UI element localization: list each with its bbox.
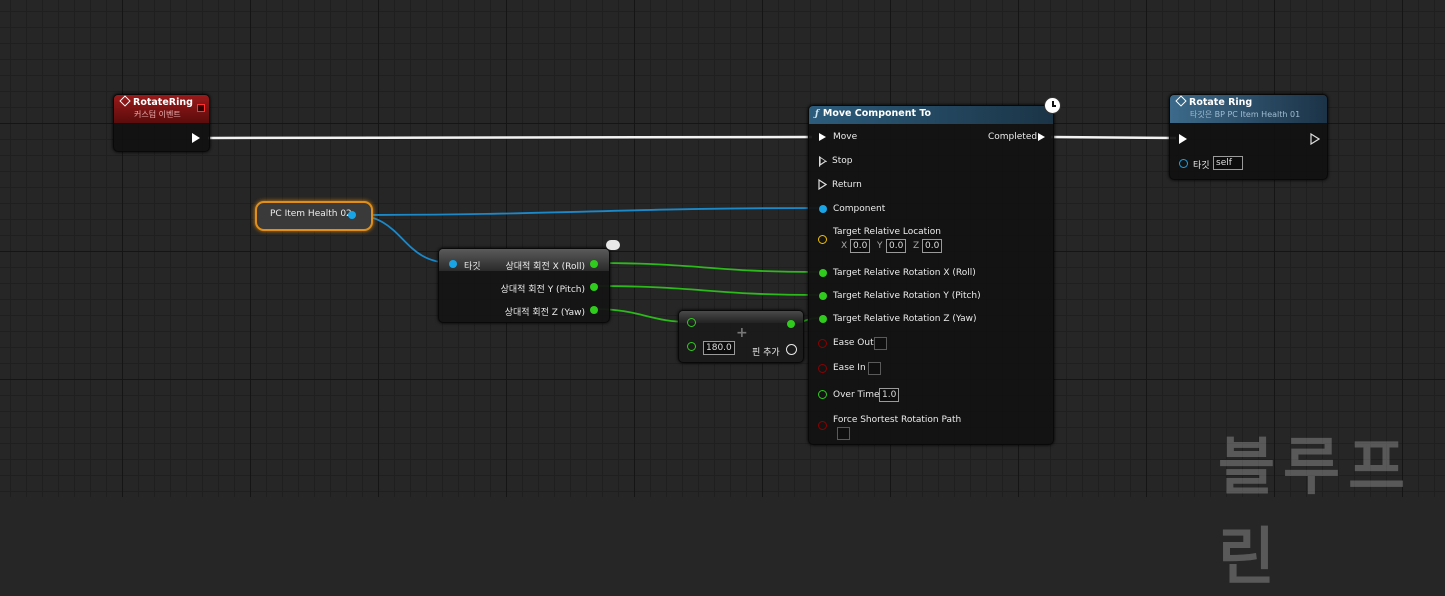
ease-in-checkbox[interactable] — [868, 362, 881, 375]
exec-out-pin[interactable] — [192, 133, 200, 143]
move-node-header: ƒ Move Component To — [809, 106, 1053, 124]
target-location-label: Target Relative Location — [833, 227, 941, 237]
exec-in-move-pin[interactable] — [819, 133, 826, 141]
call-target-label: 타깃 — [1193, 161, 1210, 171]
add-input-a-pin[interactable] — [687, 318, 696, 327]
add-pin-icon[interactable] — [786, 344, 797, 355]
over-time-label: Over Time — [833, 390, 880, 400]
exec-in-move-label: Move — [833, 132, 858, 142]
event-title: RotateRing — [133, 97, 193, 108]
exec-out-completed-label: Completed — [988, 132, 1038, 142]
component-label: Component — [833, 204, 886, 214]
ease-out-pin[interactable] — [818, 339, 827, 348]
rotation-y-label: Target Relative Rotation Y (Pitch) — [833, 291, 981, 301]
rotation-z-label: Target Relative Rotation Z (Yaw) — [833, 314, 977, 324]
move-component-to-node[interactable]: ƒ Move Component To Move Completed Stop R… — [808, 97, 1061, 445]
add-input-b-value[interactable]: 180.0 — [703, 341, 735, 355]
break-output-pitch-label: 상대적 회전 Y (Pitch) — [500, 285, 585, 295]
exec-in-return-label: Return — [832, 180, 862, 190]
location-z-label: Z — [913, 241, 920, 251]
wire-roll — [593, 262, 819, 273]
ease-out-checkbox[interactable] — [874, 337, 887, 350]
call-exec-out-pin[interactable] — [1310, 132, 1321, 148]
location-x-label: X — [841, 241, 848, 251]
location-y-label: Y — [877, 241, 883, 251]
add-plus-icon: + — [736, 325, 748, 341]
watermark: 블루프린 — [1218, 430, 1414, 593]
call-target-value[interactable]: self — [1213, 156, 1243, 170]
add-output-pin[interactable] — [787, 320, 795, 328]
event-node-header: RotateRing 커스텀 이벤트 — [114, 95, 209, 123]
ease-in-pin[interactable] — [818, 364, 827, 373]
rotation-x-label: Target Relative Rotation X (Roll) — [833, 268, 976, 278]
event-node-rotatering[interactable]: RotateRing 커스텀 이벤트 — [113, 94, 210, 152]
component-pin[interactable] — [819, 205, 827, 213]
over-time-input[interactable]: 1.0 — [879, 388, 900, 402]
break-output-pitch-pin[interactable] — [590, 283, 598, 291]
variable-output-pin[interactable] — [348, 211, 356, 219]
exec-wire-event-to-move — [207, 135, 813, 140]
exec-in-stop-label: Stop — [832, 156, 853, 166]
break-target-label: 타깃 — [464, 262, 481, 272]
force-shortest-checkbox[interactable] — [837, 427, 850, 440]
force-shortest-label: Force Shortest Rotation Path — [833, 415, 962, 425]
break-target-pin[interactable] — [449, 260, 457, 268]
call-exec-in-pin[interactable] — [1179, 134, 1187, 144]
location-x-input[interactable]: 0.0 — [850, 239, 871, 253]
call-diamond-icon — [1175, 95, 1187, 107]
call-node-subtitle: 타깃은 BP PC Item Health 01 — [1190, 110, 1301, 119]
location-z-input[interactable]: 0.0 — [922, 239, 943, 253]
call-node-title: Rotate Ring — [1189, 97, 1253, 108]
wire-var-to-component — [352, 207, 819, 216]
delegate-pin-icon[interactable] — [197, 104, 205, 112]
move-node-title: Move Component To — [822, 108, 932, 119]
add-float-node[interactable]: + 180.0 핀 추가 — [678, 310, 804, 363]
ease-in-label: Ease In — [833, 363, 866, 373]
event-subtitle: 커스텀 이벤트 — [134, 110, 181, 119]
exec-wire-move-to-call — [1050, 135, 1177, 140]
rotation-x-pin[interactable] — [819, 269, 827, 277]
ease-out-label: Ease Out — [833, 338, 874, 348]
comment-bubble-icon[interactable] — [606, 240, 620, 250]
force-shortest-pin[interactable] — [818, 421, 827, 430]
latent-clock-icon — [1044, 97, 1061, 114]
break-output-yaw-label: 상대적 회전 Z (Yaw) — [504, 308, 585, 318]
target-location-pin[interactable] — [818, 235, 827, 244]
exec-out-completed-pin[interactable] — [1038, 133, 1045, 141]
event-diamond-icon — [119, 95, 131, 107]
rotation-z-pin[interactable] — [819, 315, 827, 323]
break-output-yaw-pin[interactable] — [590, 306, 598, 314]
call-node-header: Rotate Ring 타깃은 BP PC Item Health 01 — [1170, 95, 1327, 123]
exec-in-stop-pin[interactable] — [819, 156, 827, 167]
break-output-roll-pin[interactable] — [590, 260, 598, 268]
rotate-ring-call-node[interactable]: Rotate Ring 타깃은 BP PC Item Health 01 타깃 … — [1169, 94, 1328, 180]
break-output-roll-label: 상대적 회전 X (Roll) — [505, 262, 585, 272]
over-time-pin[interactable] — [818, 390, 827, 399]
exec-in-return-pin[interactable] — [818, 178, 828, 193]
rotation-y-pin[interactable] — [819, 292, 827, 300]
function-icon: ƒ — [815, 109, 819, 119]
location-y-input[interactable]: 0.0 — [886, 239, 907, 253]
add-input-b-pin[interactable] — [687, 342, 696, 351]
add-node-top-band — [679, 311, 803, 323]
variable-label: PC Item Health 02 — [270, 209, 352, 219]
variable-node-pc-item-health-02[interactable]: PC Item Health 02 — [255, 201, 373, 231]
break-rotation-node[interactable]: 타깃 상대적 회전 X (Roll) 상대적 회전 Y (Pitch) 상대적 … — [438, 248, 610, 323]
call-target-pin[interactable] — [1179, 159, 1188, 168]
wire-pitch — [593, 285, 819, 296]
add-pin-label[interactable]: 핀 추가 — [752, 345, 780, 358]
